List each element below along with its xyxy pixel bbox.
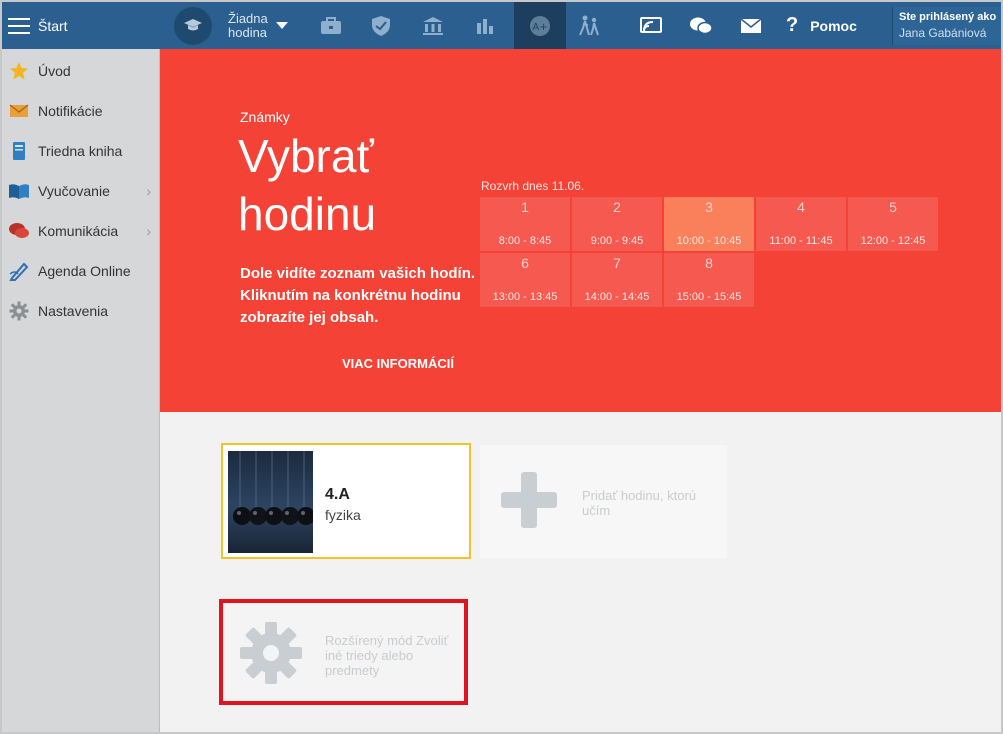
schedule-slot[interactable]: 2 9:00 - 9:45 [572, 197, 662, 251]
briefcase-icon[interactable] [306, 2, 356, 49]
class-card[interactable]: 4.A fyzika [221, 443, 471, 559]
slot-number: 4 [797, 199, 805, 215]
help-label: Pomoc [810, 17, 857, 34]
lesson-selector[interactable]: Žiadna hodina [174, 2, 288, 49]
slot-time: 13:00 - 13:45 [492, 291, 558, 303]
sidebar-item-agenda-online[interactable]: Agenda Online [2, 251, 159, 291]
schedule-slot[interactable]: 1 8:00 - 8:45 [480, 197, 570, 251]
more-info-link[interactable]: VIAC INFORMÁCIÍ [342, 356, 454, 371]
user-info[interactable]: Ste prihlásený ako Jana Gabániová [892, 7, 1001, 45]
sidebar-item-notifikacie[interactable]: Notifikácie [2, 91, 159, 131]
sidebar-item-komunikacia[interactable]: Komunikácia › [2, 211, 159, 251]
slot-time: 10:00 - 10:45 [676, 235, 742, 247]
gear-icon [239, 621, 303, 690]
sidebar: Úvod Notifikácie Triedna kniha Vyučovani… [2, 49, 160, 732]
class-thumbnail [228, 451, 313, 553]
open-book-icon [8, 180, 30, 202]
add-lesson-card[interactable]: Pridať hodinu, ktorú učím [480, 445, 727, 558]
slot-number: 8 [705, 255, 713, 271]
slot-time: 15:00 - 15:45 [676, 291, 742, 303]
start-button[interactable]: Štart [2, 2, 162, 49]
schedule-slot-current[interactable]: 3 10:00 - 10:45 [664, 197, 754, 251]
start-label: Štart [38, 17, 68, 34]
graduation-cap-icon [174, 6, 212, 45]
help-button[interactable]: ? Pomoc [786, 2, 857, 49]
schedule-slot[interactable]: 5 12:00 - 12:45 [848, 197, 938, 251]
schedule-slot[interactable]: 6 13:00 - 13:45 [480, 253, 570, 307]
slot-time: 11:00 - 11:45 [769, 235, 833, 247]
star-icon [8, 60, 30, 82]
lesson-label-line1: Žiadna [228, 10, 268, 26]
class-subject: fyzika [325, 507, 361, 523]
page-description: Dole vidíte zoznam vašich hodín. Kliknut… [240, 265, 476, 326]
envelope-icon[interactable] [726, 2, 776, 49]
sidebar-item-label: Nastavenia [38, 303, 109, 319]
sidebar-item-triedna-kniha[interactable]: Triedna kniha [2, 131, 159, 171]
slot-time: 9:00 - 9:45 [590, 235, 644, 247]
sidebar-item-label: Agenda Online [38, 263, 131, 279]
slot-number: 2 [613, 199, 621, 215]
sidebar-item-label: Vyučovanie [38, 183, 110, 199]
schedule-title: Rozvrh dnes 11.06. [481, 179, 585, 193]
slot-number: 3 [705, 199, 713, 215]
question-mark-icon: ? [786, 14, 799, 36]
cast-screen-icon[interactable] [626, 2, 676, 49]
envelope-icon [8, 100, 30, 122]
add-lesson-text: Pridať hodinu, ktorú učím [582, 488, 696, 518]
pen-icon [8, 260, 30, 282]
book-icon [8, 140, 30, 162]
sidebar-item-nastavenia[interactable]: Nastavenia [2, 291, 159, 331]
logged-in-label: Ste prihlásený ako [899, 11, 997, 23]
slot-number: 1 [521, 199, 529, 215]
extended-mode-card[interactable]: Rozšírený mód Zvoliť iné triedy alebo pr… [219, 599, 468, 705]
gear-icon [8, 300, 30, 322]
lesson-label: Žiadna hodina [228, 10, 268, 40]
section-label: Známky [240, 109, 290, 125]
chat-icon [8, 220, 30, 242]
sidebar-item-label: Úvod [38, 63, 71, 79]
walking-people-icon[interactable] [564, 2, 614, 49]
chevron-down-icon [275, 22, 288, 29]
chevron-right-icon: › [146, 183, 151, 199]
class-name: 4.A [325, 486, 350, 503]
slot-number: 7 [613, 255, 621, 271]
slot-number: 5 [889, 199, 897, 215]
top-bar: Štart Žiadna hodina A+ ? Pomoc Ste prihl… [2, 2, 1001, 49]
bar-chart-icon[interactable] [460, 2, 510, 49]
slot-time: 14:00 - 14:45 [584, 291, 650, 303]
schedule-slot[interactable]: 8 15:00 - 15:45 [664, 253, 754, 307]
hero-banner: Známky Vybrať hodinu Dole vidíte zoznam … [160, 49, 1001, 412]
slot-number: 6 [521, 255, 529, 271]
extended-mode-text: Rozšírený mód Zvoliť iné triedy alebo pr… [325, 633, 449, 678]
schedule-slot[interactable]: 7 14:00 - 14:45 [572, 253, 662, 307]
chevron-right-icon: › [146, 223, 151, 239]
page-title: Vybrať hodinu [238, 130, 377, 240]
lesson-label-line2: hodina [228, 24, 268, 40]
chat-bubbles-icon[interactable] [676, 2, 726, 49]
institution-icon[interactable] [408, 2, 458, 49]
hamburger-menu-icon[interactable] [8, 17, 30, 34]
sidebar-item-vyucovanie[interactable]: Vyučovanie › [2, 171, 159, 211]
schedule-slot[interactable]: 4 11:00 - 11:45 [756, 197, 846, 251]
user-name: Jana Gabániová [899, 26, 987, 40]
slot-time: 8:00 - 8:45 [498, 235, 552, 247]
slot-time: 12:00 - 12:45 [860, 235, 926, 247]
plus-icon [500, 471, 558, 534]
grades-icon[interactable]: A+ [514, 2, 566, 49]
svg-text:A+: A+ [532, 22, 547, 33]
sidebar-item-label: Komunikácia [38, 223, 119, 239]
sidebar-item-label: Notifikácie [38, 103, 103, 119]
sidebar-item-label: Triedna kniha [38, 143, 123, 159]
sidebar-item-uvod[interactable]: Úvod [2, 51, 159, 91]
shield-check-icon[interactable] [356, 2, 406, 49]
